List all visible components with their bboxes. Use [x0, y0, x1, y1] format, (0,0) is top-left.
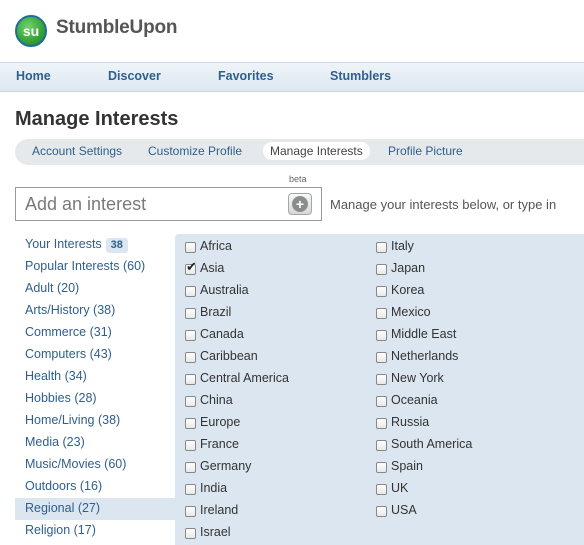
interest-label[interactable]: Spain [391, 459, 423, 473]
interest-count-badge: 38 [105, 238, 128, 253]
settings-subnav: Account Settings Customize Profile Manag… [15, 139, 584, 165]
checkbox-unchecked[interactable] [185, 418, 196, 429]
add-interest-box: + [15, 187, 322, 221]
interest-label[interactable]: South America [391, 437, 472, 451]
sidebar-item-your-interests[interactable]: Your Interests 38 [15, 234, 175, 256]
interest-label[interactable]: Central America [200, 371, 289, 385]
interest-label[interactable]: China [200, 393, 233, 407]
nav-home[interactable]: Home [16, 69, 51, 83]
site-header: su StumbleUpon [0, 0, 584, 62]
plus-circle-icon: + [292, 196, 308, 212]
interest-label[interactable]: Brazil [200, 305, 231, 319]
checkbox-unchecked[interactable] [185, 506, 196, 517]
tab-profile-picture[interactable]: Profile Picture [388, 144, 463, 158]
check-mark-icon: ✔ [186, 259, 197, 274]
interest-label[interactable]: Africa [200, 239, 232, 253]
interest-label[interactable]: France [200, 437, 239, 451]
interest-label[interactable]: Oceania [391, 393, 438, 407]
page-title: Manage Interests [15, 108, 179, 130]
interest-label[interactable]: New York [391, 371, 444, 385]
tab-account-settings[interactable]: Account Settings [32, 144, 122, 158]
checkbox-unchecked[interactable] [185, 440, 196, 451]
tab-customize-profile[interactable]: Customize Profile [148, 144, 242, 158]
sidebar-item-category[interactable]: Hobbies (28) [15, 388, 175, 410]
checkbox-unchecked[interactable] [185, 462, 196, 473]
sidebar-item-category[interactable]: Adult (20) [15, 278, 175, 300]
checkbox-unchecked[interactable] [376, 308, 387, 319]
checkbox-unchecked[interactable] [185, 528, 196, 539]
interest-label[interactable]: Italy [391, 239, 414, 253]
tab-manage-interests[interactable]: Manage Interests [263, 142, 370, 160]
sidebar-item-category[interactable]: Commerce (31) [15, 322, 175, 344]
checkbox-unchecked[interactable] [185, 484, 196, 495]
interest-label[interactable]: Russia [391, 415, 429, 429]
checkbox-checked[interactable]: ✔ [185, 260, 197, 275]
interest-label[interactable]: Japan [391, 261, 425, 275]
sidebar-item-category[interactable]: Media (23) [15, 432, 175, 454]
checkbox-unchecked[interactable] [185, 308, 196, 319]
checkbox-unchecked[interactable] [185, 242, 196, 253]
checkbox-unchecked[interactable] [376, 374, 387, 385]
beta-label: beta [289, 174, 307, 184]
interest-label[interactable]: Caribbean [200, 349, 258, 363]
sidebar-item-category[interactable]: Computers (43) [15, 344, 175, 366]
checkbox-unchecked[interactable] [376, 506, 387, 517]
sidebar-item-category[interactable]: Regional (27) [15, 498, 175, 520]
interest-label[interactable]: Europe [200, 415, 240, 429]
checkbox-unchecked[interactable] [376, 396, 387, 407]
interest-label[interactable]: Mexico [391, 305, 431, 319]
checkbox-unchecked[interactable] [376, 264, 387, 275]
sidebar-item-label: Your Interests [25, 237, 102, 251]
nav-discover[interactable]: Discover [108, 69, 161, 83]
interest-label[interactable]: Australia [200, 283, 249, 297]
brand-name[interactable]: StumbleUpon [56, 17, 177, 39]
interest-label[interactable]: Netherlands [391, 349, 458, 363]
checkbox-unchecked[interactable] [376, 440, 387, 451]
interest-label[interactable]: Canada [200, 327, 244, 341]
checkbox-unchecked[interactable] [376, 352, 387, 363]
sidebar-item-category[interactable]: Home/Living (38) [15, 410, 175, 432]
interest-label[interactable]: Germany [200, 459, 251, 473]
checkbox-unchecked[interactable] [376, 418, 387, 429]
checkbox-unchecked[interactable] [376, 242, 387, 253]
checkbox-unchecked[interactable] [185, 286, 196, 297]
sidebar-item-category[interactable]: Religion (17) [15, 520, 175, 542]
checkbox-unchecked[interactable] [376, 484, 387, 495]
checkbox-unchecked[interactable] [376, 286, 387, 297]
interest-label[interactable]: Asia [200, 261, 224, 275]
sidebar-item-category[interactable]: Popular Interests (60) [15, 256, 175, 278]
checkbox-unchecked[interactable] [185, 396, 196, 407]
checkbox-unchecked[interactable] [376, 462, 387, 473]
interests-panel: Africa ✔ Asia Australia Brazil Canada Caribbea… [175, 234, 584, 545]
interest-label[interactable]: Ireland [200, 503, 238, 517]
checkbox-unchecked[interactable] [376, 330, 387, 341]
checkbox-unchecked[interactable] [185, 330, 196, 341]
interest-label[interactable]: India [200, 481, 227, 495]
interest-label[interactable]: Middle East [391, 327, 456, 341]
stumbleupon-logo-icon[interactable]: su [15, 15, 47, 47]
sidebar-item-category[interactable]: Music/Movies (60) [15, 454, 175, 476]
manage-hint-text: Manage your interests below, or type in [330, 197, 557, 212]
nav-favorites[interactable]: Favorites [218, 69, 274, 83]
sidebar-item-category[interactable]: Outdoors (16) [15, 476, 175, 498]
interest-label[interactable]: Israel [200, 525, 231, 539]
add-interest-input[interactable] [25, 193, 285, 215]
checkbox-unchecked[interactable] [185, 374, 196, 385]
main-nav: Home Discover Favorites Stumblers [0, 62, 584, 92]
add-interest-button[interactable]: + [288, 193, 312, 215]
nav-stumblers[interactable]: Stumblers [330, 69, 391, 83]
checkbox-unchecked[interactable] [185, 352, 196, 363]
interest-label[interactable]: Korea [391, 283, 424, 297]
interest-label[interactable]: UK [391, 481, 408, 495]
sidebar-item-category[interactable]: Arts/History (38) [15, 300, 175, 322]
sidebar-item-category[interactable]: Health (34) [15, 366, 175, 388]
interest-label[interactable]: USA [391, 503, 417, 517]
